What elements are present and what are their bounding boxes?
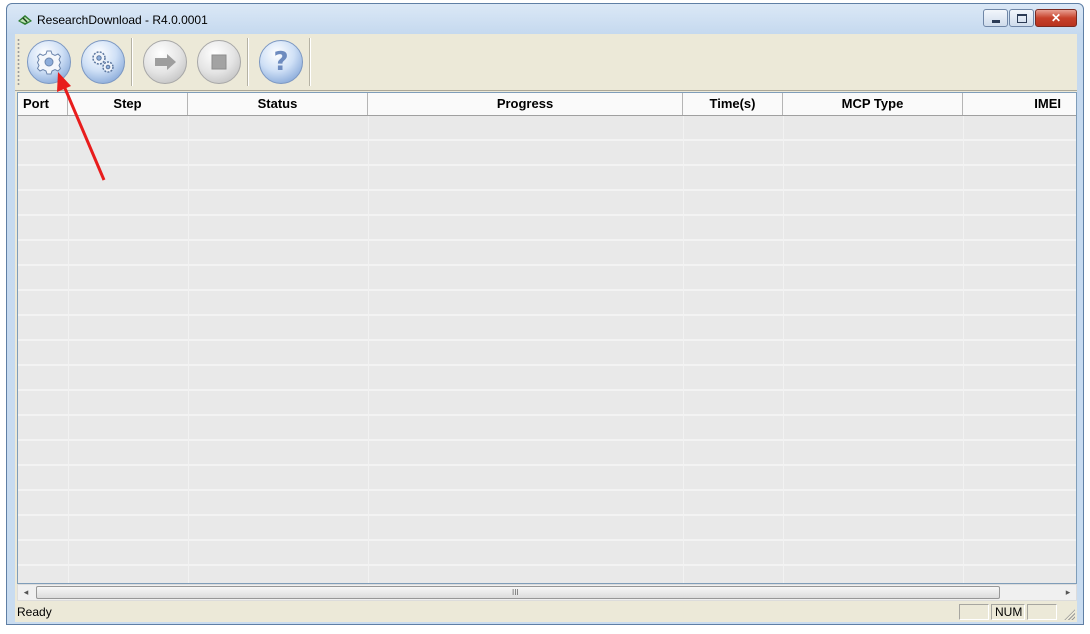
close-button[interactable]: ✕ (1035, 9, 1077, 27)
column-header-status[interactable]: Status (188, 93, 368, 115)
status-text: Ready (17, 605, 52, 619)
column-header-progress[interactable]: Progress (368, 93, 683, 115)
thumb-grip: III (512, 588, 519, 597)
stop-download-button[interactable] (197, 40, 241, 84)
scroll-right-arrow-icon[interactable]: ▸ (1060, 585, 1076, 600)
column-header-port[interactable]: Port (18, 93, 68, 115)
maximize-icon (1010, 10, 1033, 26)
minimize-icon (984, 10, 1007, 26)
grid-header: Port Step Status Progress Time(s) MCP Ty… (18, 93, 1076, 116)
port-list-grid[interactable]: Port Step Status Progress Time(s) MCP Ty… (17, 92, 1077, 584)
help-icon: ? (273, 47, 289, 77)
gear-icon (36, 50, 62, 75)
window-title: ResearchDownload - R4.0.0001 (37, 13, 208, 27)
status-pane-caps (959, 604, 989, 620)
column-divider (188, 116, 189, 583)
column-header-imei[interactable]: IMEI (963, 93, 1076, 115)
status-pane-scrl (1027, 604, 1057, 620)
minimize-button[interactable] (983, 9, 1008, 27)
window-controls: ✕ (982, 9, 1077, 29)
toolbar-separator (131, 38, 133, 86)
status-pane-num: NUM (991, 604, 1025, 620)
maximize-button[interactable] (1009, 9, 1034, 27)
scroll-left-arrow-icon[interactable]: ◂ (18, 585, 34, 600)
column-divider (68, 116, 69, 583)
status-bar: Ready NUM (15, 602, 1077, 622)
column-header-time[interactable]: Time(s) (683, 93, 783, 115)
gears-icon (92, 51, 114, 73)
help-button[interactable]: ? (259, 40, 303, 84)
toolbar: ? (15, 34, 1077, 91)
stop-icon (211, 54, 227, 70)
load-packet-button[interactable] (27, 40, 71, 84)
column-divider (683, 116, 684, 583)
close-icon: ✕ (1050, 11, 1062, 25)
toolbar-separator (309, 38, 311, 86)
app-window: ResearchDownload - R4.0.0001 ✕ ? Port St… (6, 3, 1084, 625)
grid-rows (18, 116, 1076, 583)
size-grip[interactable] (1063, 608, 1075, 620)
settings-button[interactable] (81, 40, 125, 84)
toolbar-separator (247, 38, 249, 86)
play-arrow-icon (155, 54, 176, 70)
column-divider (963, 116, 964, 583)
title-bar[interactable]: ResearchDownload - R4.0.0001 ✕ (7, 4, 1083, 34)
column-divider (783, 116, 784, 583)
toolbar-grip[interactable] (17, 38, 20, 86)
research-download-icon (18, 15, 32, 25)
column-divider (368, 116, 369, 583)
column-header-mcp-type[interactable]: MCP Type (783, 93, 963, 115)
start-download-button[interactable] (143, 40, 187, 84)
horizontal-scrollbar[interactable]: ◂ III ▸ (17, 584, 1077, 601)
scrollbar-thumb[interactable]: III (36, 586, 1000, 599)
column-header-step[interactable]: Step (68, 93, 188, 115)
client-area: ? Port Step Status Progress Time(s) MCP … (15, 34, 1077, 622)
